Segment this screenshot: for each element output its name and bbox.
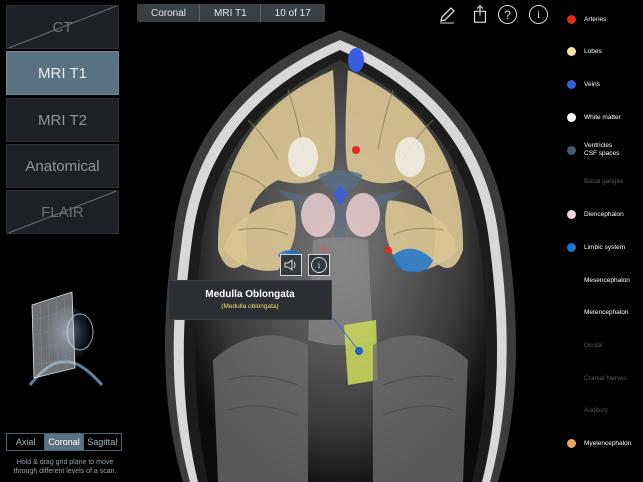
legend-item-diencephalon[interactable]: Diencephalon	[567, 210, 624, 219]
modality-button-anatomical[interactable]: Anatomical	[6, 144, 119, 188]
share-icon[interactable]	[470, 4, 490, 24]
legend-label: Mesencephalon	[584, 277, 630, 284]
speaker-icon	[284, 259, 296, 271]
breadcrumb: Coronal MRI T1 10 of 17	[137, 4, 325, 22]
legend-color-dot	[567, 47, 576, 56]
breadcrumb-modality[interactable]: MRI T1	[199, 4, 261, 22]
modality-label: CT	[52, 18, 73, 36]
legend-label: Diencephalon	[584, 210, 624, 218]
legend-item-metencephalon[interactable]: Metencephalon	[567, 309, 628, 317]
legend-label: Arteries	[584, 15, 607, 23]
legend-item-lobes[interactable]: Lobes	[567, 47, 602, 56]
legend-color-dot	[567, 439, 576, 448]
tooltip-subtitle: (Medulla oblongata)	[221, 303, 279, 310]
legend-item-ventricles-csf-spaces[interactable]: Ventricles CSF spaces	[567, 142, 619, 158]
info-icon[interactable]: i	[529, 5, 548, 24]
help-icon[interactable]: ?	[498, 5, 517, 24]
modality-sidebar: CT MRI T1 MRI T2 Anatomical FLAIR Axial …	[0, 0, 128, 482]
info-icon: i	[311, 257, 327, 273]
legend-item-myelencephalon[interactable]: Myelencephalon	[567, 439, 631, 448]
legend-color-dot	[567, 113, 576, 122]
modality-button-flair[interactable]: FLAIR	[6, 190, 119, 234]
legend-color-dot	[567, 80, 576, 89]
modality-label: Anatomical	[25, 157, 100, 175]
modality-label: MRI T2	[38, 111, 87, 129]
breadcrumb-view[interactable]: Coronal	[137, 4, 200, 22]
legend-color-dot	[567, 145, 576, 155]
structure-tooltip: Medulla Oblongata (Medulla oblongata)	[168, 280, 332, 320]
scan-viewer[interactable]	[128, 0, 553, 482]
tab-axial[interactable]: Axial	[7, 434, 46, 450]
pencil-icon[interactable]	[437, 5, 457, 25]
legend-item-white-matter[interactable]: White matter	[567, 113, 621, 122]
tab-sagittal[interactable]: Sagittal	[84, 434, 121, 450]
legend-item-limbic-system[interactable]: Limbic system	[567, 243, 625, 252]
structure-legend: Arteries Lobes Veins White matter Ventricles…	[560, 0, 643, 482]
legend-color-dot	[567, 15, 576, 24]
tab-coronal[interactable]: Coronal	[45, 434, 84, 450]
modality-label: FLAIR	[41, 203, 84, 221]
plane-hint-text: Hold & drag grid plane to move through d…	[13, 459, 117, 475]
legend-label: Metencephalon	[584, 309, 629, 316]
coronal-mri-slice[interactable]	[128, 0, 553, 482]
legend-label: Cranial Nerves	[584, 375, 627, 382]
modality-button-ct[interactable]: CT	[6, 5, 119, 49]
scan-plane-grid-handle[interactable]	[10, 290, 120, 395]
legend-label: Ventricles CSF spaces	[584, 142, 620, 157]
legend-label: Auditory	[584, 407, 608, 414]
legend-item-cranial-nerves[interactable]: Cranial Nerves	[567, 375, 627, 383]
legend-color-dot	[567, 210, 576, 219]
legend-item-veins[interactable]: Veins	[567, 80, 600, 89]
breadcrumb-slice: 10 of 17	[259, 4, 325, 22]
legend-color-dot	[567, 243, 576, 252]
modality-button-mri-t2[interactable]: MRI T2	[6, 98, 119, 142]
legend-item-arteries[interactable]: Arteries	[567, 15, 606, 24]
legend-label: Basal ganglia	[584, 178, 624, 185]
legend-item-basal-ganglia[interactable]: Basal ganglia	[567, 178, 623, 186]
legend-item-auditory[interactable]: Auditory	[567, 407, 608, 415]
legend-item-ocular[interactable]: Ocular	[567, 342, 603, 350]
view-tabs: Axial Coronal Sagittal	[6, 433, 122, 451]
legend-label: White matter	[584, 113, 621, 121]
legend-label: Limbic system	[584, 243, 626, 251]
legend-label: Lobes	[584, 47, 602, 55]
audio-pronounce-button[interactable]	[280, 254, 302, 276]
legend-label: Ocular	[584, 342, 604, 349]
legend-item-mesencephalon[interactable]: Mesencephalon	[567, 277, 630, 285]
tooltip-title: Medulla Oblongata	[205, 289, 295, 300]
modality-button-mri-t1[interactable]: MRI T1	[6, 51, 119, 95]
modality-label: MRI T1	[38, 64, 87, 82]
legend-label: Veins	[584, 80, 600, 88]
legend-label: Myelencephalon	[584, 439, 632, 447]
structure-info-button[interactable]: i	[308, 254, 330, 276]
